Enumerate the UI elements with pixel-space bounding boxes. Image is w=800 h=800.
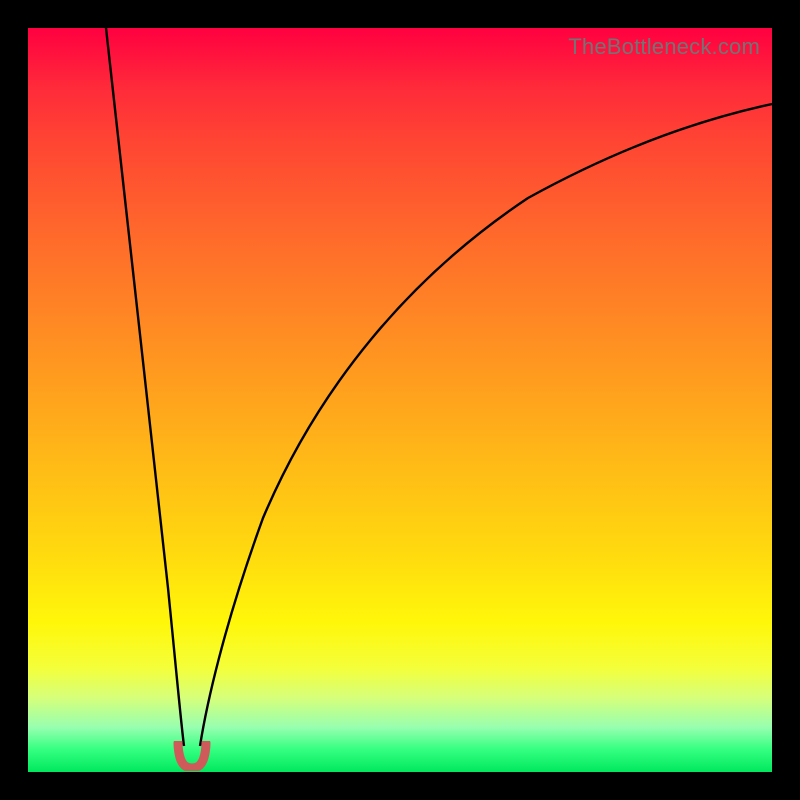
bottleneck-curve bbox=[28, 28, 772, 772]
chart-frame: TheBottleneck.com bbox=[0, 0, 800, 800]
curve-left-branch bbox=[106, 28, 184, 746]
plot-area: TheBottleneck.com bbox=[28, 28, 772, 772]
curve-right-branch bbox=[200, 104, 772, 746]
u-shape-icon bbox=[178, 743, 206, 768]
minimum-marker bbox=[172, 741, 212, 771]
